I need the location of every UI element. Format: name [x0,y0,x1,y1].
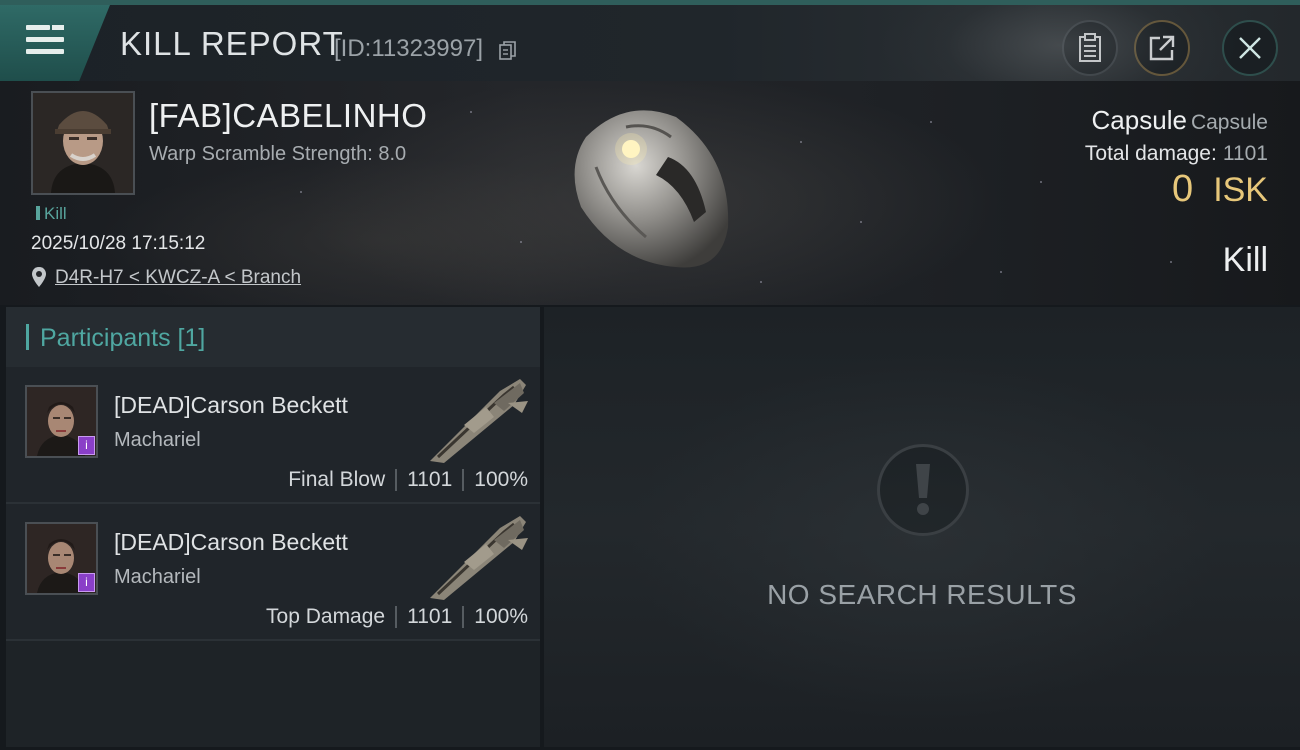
clipboard-icon [1079,33,1101,62]
participant-avatar[interactable]: i [25,385,98,458]
isk-unit: ISK [1213,171,1268,209]
kill-tag: Kill [36,204,67,224]
kill-datetime: 2025/10/28 17:15:12 [31,233,206,254]
participant-role: Top Damage [266,605,386,628]
avatar [33,93,133,193]
report-id: [ID:11323997] [334,35,484,62]
info-badge-icon: i [78,573,95,592]
participant-damage: 1101 [407,468,453,491]
participant-stats: Top Damage 1101 100% [266,605,528,629]
capsule-ship-image [574,110,729,268]
victim-summary: Capsule Capsule Total damage: 1101 0 ISK [1085,105,1268,211]
kill-result: Kill [1222,241,1268,279]
details-panel: NO SEARCH RESULTS [544,307,1300,747]
participants-header: Participants [1] [6,307,540,367]
isk-amount: 0 [1172,168,1194,210]
participant-ship: Machariel [114,566,201,588]
participant-avatar[interactable]: i [25,522,98,595]
victim-name[interactable]: [FAB]CABELINHO [149,97,427,135]
participant-name[interactable]: [DEAD]Carson Beckett [114,529,348,556]
participant-percent: 100% [474,468,528,491]
participant-ship-image [430,379,528,463]
participant-stats: Final Blow 1101 100% [288,468,528,492]
participant-percent: 100% [474,605,528,628]
total-damage-label: Total damage: [1084,142,1217,165]
clipboard-button[interactable] [1062,20,1118,76]
kill-location-link[interactable]: D4R-H7 < KWCZ-A < Branch [55,267,301,289]
location-pin-icon [32,267,46,287]
share-icon [1149,35,1175,61]
victim-ship-class: Capsule [1190,111,1268,134]
participant-ship: Machariel [114,429,201,451]
isk-value: 0 ISK [1085,168,1268,211]
header-bar: KILL REPORT [ID:11323997] [0,5,1300,81]
share-button[interactable] [1134,20,1190,76]
participant-name[interactable]: [DEAD]Carson Beckett [114,392,348,419]
victim-portrait[interactable] [31,91,135,195]
close-icon [1239,37,1261,59]
victim-ship: Capsule Capsule [1085,105,1268,136]
total-damage: Total damage: 1101 [1085,142,1268,166]
participant-role: Final Blow [288,468,386,491]
participant-ship-image [430,516,528,600]
victim-ship-name: Capsule [1091,105,1187,135]
hamburger-icon [26,25,64,55]
info-badge-icon: i [78,436,95,455]
copy-icon[interactable] [499,41,517,61]
victim-banner: [FAB]CABELINHO Warp Scramble Strength: 8… [0,81,1300,305]
close-button[interactable] [1222,20,1278,76]
participant-damage: 1101 [407,605,453,628]
menu-button[interactable] [0,5,110,81]
participants-panel: Participants [1] i [DEAD]Carson Beckett … [6,307,540,747]
participant-row[interactable]: i [DEAD]Carson Beckett Machariel Final B… [6,367,540,504]
total-damage-value: 1101 [1222,142,1268,165]
victim-warp-scramble: Warp Scramble Strength: 8.0 [149,143,407,165]
exclamation-icon [877,444,969,536]
participant-row[interactable]: i [DEAD]Carson Beckett Machariel Top Dam… [6,504,540,641]
page-title: KILL REPORT [120,25,344,62]
participants-label: Participants [1] [40,324,206,352]
no-results-message: NO SEARCH RESULTS [767,579,1077,610]
